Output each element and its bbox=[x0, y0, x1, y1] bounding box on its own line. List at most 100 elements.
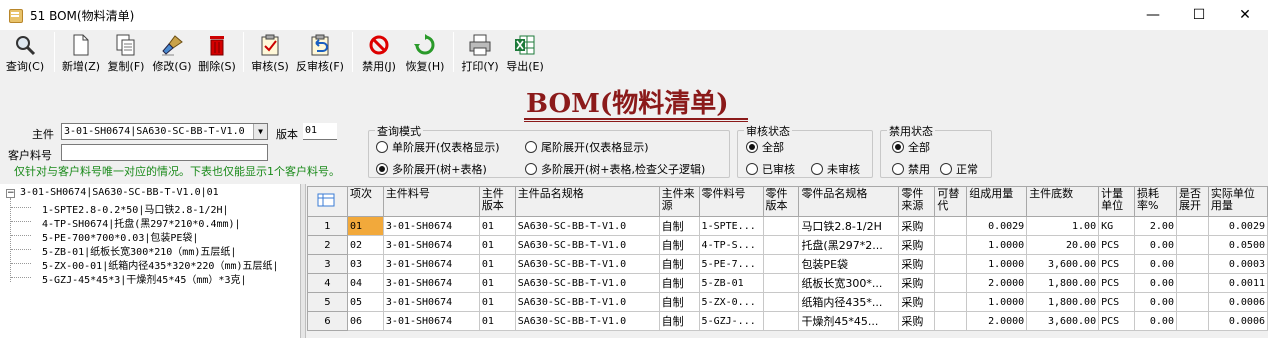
col-header[interactable]: 计量单位 bbox=[1098, 186, 1136, 217]
col-header[interactable]: 零件版本 bbox=[762, 186, 800, 217]
table-cell[interactable]: 纸板长宽300*... bbox=[798, 273, 900, 293]
col-header[interactable]: 是否展开 bbox=[1175, 186, 1209, 217]
table-row[interactable]: 3 03 3-01-SH0674 01 SA630-SC-BB-T-V1.0 自制 5-PE… bbox=[307, 254, 1268, 274]
col-header[interactable]: 损耗率% bbox=[1134, 186, 1177, 217]
audit-button[interactable]: 审核(S) bbox=[248, 30, 292, 74]
table-cell[interactable]: 1.0000 bbox=[966, 254, 1028, 274]
radio-disable-all[interactable]: 全部 bbox=[892, 139, 930, 155]
table-cell[interactable]: 2.00 bbox=[1134, 216, 1177, 236]
table-cell[interactable] bbox=[762, 273, 800, 293]
table-cell[interactable]: 3-01-SH0674 bbox=[382, 235, 480, 255]
table-cell[interactable]: 1-SPTE... bbox=[698, 216, 764, 236]
table-cell[interactable]: PCS bbox=[1098, 273, 1136, 293]
table-cell[interactable] bbox=[762, 235, 800, 255]
table-cell[interactable] bbox=[934, 216, 968, 236]
table-cell[interactable] bbox=[934, 254, 968, 274]
table-cell[interactable]: 01 bbox=[346, 216, 384, 236]
table-cell[interactable]: 01 bbox=[478, 254, 516, 274]
table-cell[interactable] bbox=[762, 311, 800, 331]
disable-button[interactable]: 禁用(J) bbox=[357, 30, 401, 74]
col-header[interactable]: 主件版本 bbox=[478, 186, 516, 217]
table-cell[interactable]: 06 bbox=[346, 311, 384, 331]
tree-node[interactable]: 5-PE-700*700*0.03|包装PE袋| bbox=[42, 229, 198, 244]
table-cell[interactable]: 采购 bbox=[898, 216, 936, 236]
table-cell[interactable]: PCS bbox=[1098, 311, 1136, 331]
row-header[interactable]: 2 bbox=[307, 235, 348, 255]
table-cell[interactable]: 自制 bbox=[658, 254, 700, 274]
new-button[interactable]: 新增(Z) bbox=[59, 30, 103, 74]
table-cell[interactable]: 01 bbox=[478, 216, 516, 236]
tree-node[interactable]: 5-GZJ-45*45*3|干燥剂45*45（mm）*3克| bbox=[42, 271, 247, 286]
maximize-button[interactable]: ☐ bbox=[1176, 0, 1222, 30]
table-cell[interactable] bbox=[1175, 311, 1209, 331]
bom-tree[interactable]: − 3-01-SH0674|SA630-SC-BB-T-V1.0|01 1-SP… bbox=[0, 184, 300, 338]
row-header[interactable]: 3 bbox=[307, 254, 348, 274]
table-cell[interactable] bbox=[934, 311, 968, 331]
table-cell[interactable]: 3-01-SH0674 bbox=[382, 216, 480, 236]
table-cell[interactable]: SA630-SC-BB-T-V1.0 bbox=[514, 254, 660, 274]
grid-corner[interactable] bbox=[307, 186, 348, 217]
table-cell[interactable]: 马口铁2.8-1/2H bbox=[798, 216, 900, 236]
restore-button[interactable]: 恢复(H) bbox=[401, 30, 449, 74]
table-cell[interactable]: 0.0006 bbox=[1207, 292, 1268, 312]
table-cell[interactable]: 0.0029 bbox=[966, 216, 1028, 236]
table-cell[interactable]: 02 bbox=[346, 235, 384, 255]
radio-multi-level[interactable]: 多阶展开(树+表格) bbox=[376, 161, 487, 177]
edit-button[interactable]: 修改(G) bbox=[149, 30, 195, 74]
table-cell[interactable]: 纸箱内径435*... bbox=[798, 292, 900, 312]
table-cell[interactable]: 干燥剂45*45... bbox=[798, 311, 900, 331]
radio-leaf-level[interactable]: 尾阶展开(仅表格显示) bbox=[525, 139, 649, 155]
minimize-button[interactable]: — bbox=[1130, 0, 1176, 30]
table-cell[interactable]: 0.00 bbox=[1134, 254, 1177, 274]
col-header[interactable]: 项次 bbox=[346, 186, 384, 217]
table-cell[interactable]: 自制 bbox=[658, 273, 700, 293]
table-row[interactable]: 2 02 3-01-SH0674 01 SA630-SC-BB-T-V1.0 自制 4-TP… bbox=[307, 235, 1268, 255]
radio-audit-all[interactable]: 全部 bbox=[746, 139, 784, 155]
col-header[interactable]: 主件品名规格 bbox=[514, 186, 660, 217]
table-cell[interactable]: 0.0500 bbox=[1207, 235, 1268, 255]
table-cell[interactable] bbox=[1175, 254, 1209, 274]
print-button[interactable]: 打印(Y) bbox=[458, 30, 502, 74]
table-cell[interactable]: 1,800.00 bbox=[1026, 273, 1100, 293]
col-header[interactable]: 实际单位用量 bbox=[1207, 186, 1268, 217]
table-cell[interactable]: 托盘(黑297*2... bbox=[798, 235, 900, 255]
table-cell[interactable]: SA630-SC-BB-T-V1.0 bbox=[514, 292, 660, 312]
col-header[interactable]: 零件品名规格 bbox=[798, 186, 900, 217]
table-cell[interactable]: 3-01-SH0674 bbox=[382, 254, 480, 274]
table-cell[interactable]: 2.0000 bbox=[966, 273, 1028, 293]
bom-grid[interactable]: 项次 主件料号 主件版本 主件品名规格 主件来源 零件料号 零件版本 零件品名规… bbox=[307, 186, 1268, 338]
table-cell[interactable]: SA630-SC-BB-T-V1.0 bbox=[514, 235, 660, 255]
table-cell[interactable]: 3,600.00 bbox=[1026, 311, 1100, 331]
tree-root-node[interactable]: 3-01-SH0674|SA630-SC-BB-T-V1.0|01 bbox=[20, 187, 219, 198]
table-cell[interactable]: 3-01-SH0674 bbox=[382, 273, 480, 293]
radio-audited[interactable]: 已审核 bbox=[746, 161, 795, 177]
table-cell[interactable]: 0.0011 bbox=[1207, 273, 1268, 293]
table-cell[interactable]: 采购 bbox=[898, 292, 936, 312]
table-cell[interactable]: 采购 bbox=[898, 273, 936, 293]
table-cell[interactable]: 3-01-SH0674 bbox=[382, 311, 480, 331]
table-cell[interactable]: 04 bbox=[346, 273, 384, 293]
tree-node[interactable]: 5-ZB-01|纸板长宽300*210（mm)五层纸| bbox=[42, 243, 236, 258]
table-cell[interactable]: 03 bbox=[346, 254, 384, 274]
table-cell[interactable]: 5-ZB-01 bbox=[698, 273, 764, 293]
row-header[interactable]: 5 bbox=[307, 292, 348, 312]
table-row[interactable]: 1 01 3-01-SH0674 01 SA630-SC-BB-T-V1.0 自制 1-SP… bbox=[307, 216, 1268, 236]
col-header[interactable]: 主件来源 bbox=[658, 186, 700, 217]
table-cell[interactable]: 自制 bbox=[658, 216, 700, 236]
table-row[interactable]: 6 06 3-01-SH0674 01 SA630-SC-BB-T-V1.0 自制 5-GZ… bbox=[307, 311, 1268, 331]
table-cell[interactable]: 1.00 bbox=[1026, 216, 1100, 236]
table-cell[interactable] bbox=[1175, 235, 1209, 255]
table-cell[interactable]: 0.00 bbox=[1134, 235, 1177, 255]
col-header[interactable]: 主件底数 bbox=[1026, 186, 1100, 217]
table-cell[interactable]: 自制 bbox=[658, 235, 700, 255]
table-cell[interactable]: 4-TP-S... bbox=[698, 235, 764, 255]
splitter-handle[interactable] bbox=[300, 184, 306, 338]
table-cell[interactable]: 自制 bbox=[658, 311, 700, 331]
table-cell[interactable]: 采购 bbox=[898, 311, 936, 331]
table-cell[interactable]: 01 bbox=[478, 235, 516, 255]
table-row[interactable]: 4 04 3-01-SH0674 01 SA630-SC-BB-T-V1.0 自制 5-ZB… bbox=[307, 273, 1268, 293]
col-header[interactable]: 主件料号 bbox=[382, 186, 480, 217]
table-cell[interactable]: 3,600.00 bbox=[1026, 254, 1100, 274]
table-cell[interactable]: 5-GZJ-... bbox=[698, 311, 764, 331]
table-cell[interactable]: 0.00 bbox=[1134, 273, 1177, 293]
